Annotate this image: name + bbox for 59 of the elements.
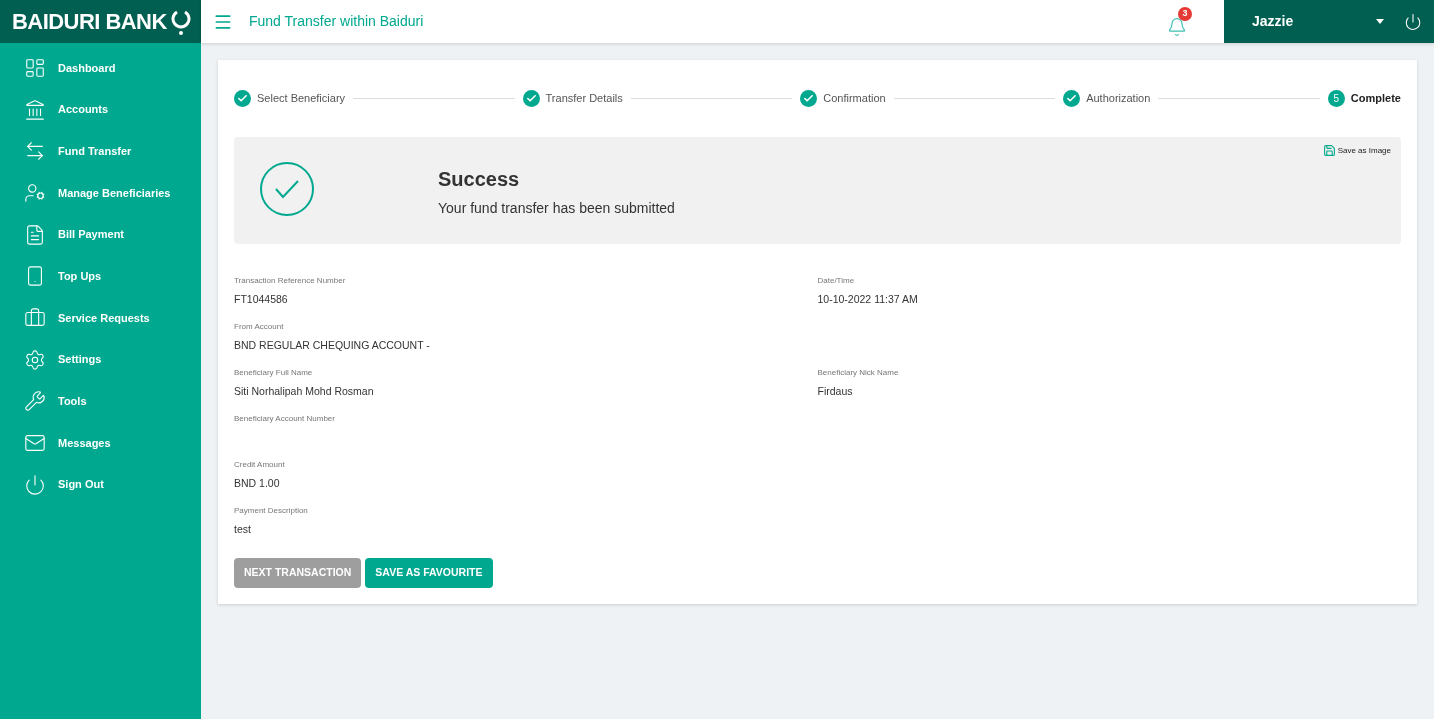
notification-badge: 3: [1178, 6, 1192, 21]
field-label: Beneficiary Nick Name: [817, 367, 900, 379]
field-value: test: [234, 522, 252, 537]
field-value: 10-10-2022 11:37 AM: [817, 292, 919, 307]
arrows-icon: [24, 140, 46, 163]
briefcase-icon: [24, 306, 46, 329]
step-number: 5: [1327, 90, 1345, 107]
field-label: From Account: [234, 321, 285, 333]
sidebar-item[interactable]: Sign Out: [0, 463, 201, 506]
success-title: Success: [438, 167, 521, 192]
field-label: Payment Description: [234, 505, 309, 517]
sidebar-item[interactable]: Top Ups: [0, 255, 201, 298]
field-value: FT1044586: [234, 292, 289, 307]
sidebar-item[interactable]: Service Requests: [0, 297, 201, 339]
save-as-image-link[interactable]: Save as Image: [1322, 144, 1391, 157]
logo-icon: [170, 8, 191, 35]
notification-button[interactable]: 3: [1167, 6, 1192, 37]
sidebar-item[interactable]: Manage Beneficiaries: [0, 172, 201, 214]
caret-icon: [1376, 19, 1384, 24]
save-favourite-button[interactable]: SAVE AS FAVOURITE: [365, 558, 493, 588]
sidebar-item[interactable]: Fund Transfer: [0, 130, 201, 173]
save-icon: [1322, 144, 1336, 157]
field-label: Beneficiary Account Number: [234, 413, 336, 425]
step-label: Transfer Details: [545, 91, 623, 107]
document-icon: [24, 223, 46, 246]
field-label: Beneficiary Full Name: [234, 367, 314, 379]
power-icon: [1404, 12, 1422, 31]
dashboard-icon: [24, 56, 46, 79]
sidebar-item[interactable]: Messages: [0, 422, 201, 464]
field-value: Firdaus: [817, 384, 854, 399]
user-name: Jazzie: [1252, 12, 1294, 31]
field-label: Transaction Reference Number: [234, 275, 347, 287]
field-value: Siti Norhalipah Mohd Rosman: [234, 384, 375, 399]
bank-logo-text: BAIDURI BANK: [12, 8, 167, 36]
next-transaction-button[interactable]: NEXT TRANSACTION: [234, 558, 362, 588]
sidebar-item[interactable]: Accounts: [0, 88, 201, 131]
sidebar-item[interactable]: Dashboard: [0, 47, 201, 89]
step-label: Confirmation: [823, 91, 886, 107]
power-icon: [24, 473, 46, 496]
sidebar-item[interactable]: Bill Payment: [0, 213, 201, 256]
field-label: Date/Time: [817, 275, 856, 287]
bell-icon: [1167, 16, 1187, 37]
step-label: Complete: [1350, 91, 1401, 107]
user-gear-icon: [24, 181, 46, 204]
sidebar-item[interactable]: Tools: [0, 380, 201, 423]
power-button[interactable]: [1404, 12, 1422, 31]
page-title: Fund Transfer within Baiduri: [249, 12, 424, 31]
bank-building-icon: [24, 98, 46, 121]
success-message: Your fund transfer has been submitted: [438, 199, 675, 218]
field-label: Credit Amount: [234, 459, 286, 471]
step-label: Select Beneficiary: [257, 91, 346, 107]
settings-icon: [24, 348, 46, 371]
wrench-icon: [24, 390, 46, 413]
field-value: BND REGULAR CHEQUING ACCOUNT -: [234, 338, 431, 353]
step-label: Authorization: [1086, 91, 1151, 107]
user-dropdown-button[interactable]: [1376, 19, 1384, 24]
check-circle-icon: [259, 161, 315, 217]
sidebar-item[interactable]: Settings: [0, 338, 201, 381]
field-value: BND 1.00: [234, 476, 281, 491]
